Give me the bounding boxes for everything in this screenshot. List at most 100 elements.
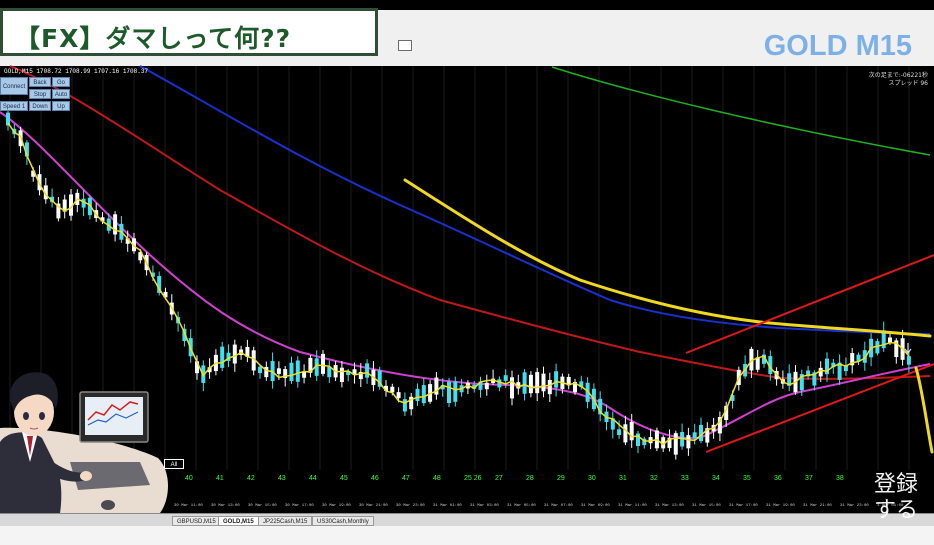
candle-body xyxy=(276,368,281,374)
countdown-text: 次の足まで:-06221秒 xyxy=(868,72,928,79)
drawings xyxy=(403,178,934,454)
auto-button[interactable]: Auto xyxy=(52,89,70,99)
date-tick-label: 31 Mar 03:00 xyxy=(470,504,499,508)
candle-body xyxy=(699,424,703,442)
x-tick-label: 28 xyxy=(526,475,534,482)
candle-body xyxy=(327,366,332,378)
candle-body xyxy=(528,374,533,394)
x-tick-label: 35 xyxy=(743,475,751,482)
candle-body xyxy=(289,362,294,381)
screen: 【FX】ダマしって何?? GOLD M15 GOLD,M15 1708.72 1… xyxy=(0,0,934,545)
candle-body xyxy=(541,373,546,392)
candle-body xyxy=(390,386,395,393)
chart-canvas xyxy=(0,65,934,513)
date-tick-label: 31 Mar 07:00 xyxy=(544,504,573,508)
candle-body xyxy=(686,435,691,449)
date-tick-label: 30 Mar 17:00 xyxy=(285,504,314,508)
candle-body xyxy=(321,353,325,374)
tab-gbpusd-m15[interactable]: GBPUSD,M15 xyxy=(172,516,221,526)
date-tick-label: 31 Mar 09:00 xyxy=(581,504,610,508)
tab-jp225cash-m15[interactable]: JP225Cash,M15 xyxy=(258,516,313,526)
candle-body xyxy=(453,381,458,402)
x-tick-label: 38 xyxy=(836,475,844,482)
ma-magenta-line xyxy=(0,111,931,440)
candle-body xyxy=(113,214,118,235)
candle-body xyxy=(497,379,502,388)
all-button[interactable]: All xyxy=(164,459,184,469)
tab-us30cash-monthly[interactable]: US30Cash,Monthly xyxy=(312,516,374,526)
candle-body xyxy=(258,366,262,374)
x-tick-label: 29 xyxy=(557,475,565,482)
spread-text: スプレッド 96 xyxy=(888,80,928,87)
x-tick-label: 34 xyxy=(712,475,720,482)
date-tick-label: 31 Mar 11:00 xyxy=(618,504,647,508)
chart-tabs-bar: GBPUSD,M15 GOLD,M15 JP225Cash,M15 US30Ca… xyxy=(0,513,934,527)
date-tick-label: 30 Mar 13:00 xyxy=(211,504,240,508)
chart-ohlc-info: GOLD,M15 1708.72 1708.99 1707.16 1708.37 xyxy=(4,68,149,75)
subscribe-line2: する xyxy=(874,498,919,523)
connect-button[interactable]: Connect xyxy=(0,77,28,95)
x-tick-label: 42 xyxy=(247,475,255,482)
speed-button[interactable]: Speed 1 xyxy=(0,101,28,111)
hand-drawn-drop xyxy=(914,366,934,454)
date-tick-label: 30 Mar 19:00 xyxy=(322,504,351,508)
candle-body xyxy=(484,382,489,390)
candle-body xyxy=(396,392,401,399)
candle-body xyxy=(673,433,678,455)
date-tick-label: 31 Mar 21:00 xyxy=(803,504,832,508)
x-tick-label: 25 26 xyxy=(464,475,482,482)
status-strip xyxy=(0,526,934,545)
go-button[interactable]: Go xyxy=(52,77,70,87)
x-tick-label: 32 xyxy=(650,475,658,482)
candle-body xyxy=(522,372,527,394)
mouse xyxy=(101,500,115,510)
x-tick-label: 27 xyxy=(495,475,503,482)
x-tick-label: 40 xyxy=(185,475,193,482)
x-tick-label: 37 xyxy=(805,475,813,482)
x-tick-label: 46 xyxy=(371,475,379,482)
x-tick-label: 48 xyxy=(433,475,441,482)
video-title: 【FX】ダマしって何?? xyxy=(15,24,292,53)
x-tick-label: 31 xyxy=(619,475,627,482)
tab-gold-m15[interactable]: GOLD,M15 xyxy=(218,516,259,526)
date-tick-label: 31 Mar 01:00 xyxy=(433,504,462,508)
stop-button[interactable]: Stop xyxy=(29,89,51,99)
candle-body xyxy=(421,385,426,404)
candle-body xyxy=(875,341,880,354)
date-tick-label: 31 Mar 19:00 xyxy=(766,504,795,508)
candle-body xyxy=(617,429,622,436)
date-tick-label: 31 Mar 23:00 xyxy=(840,504,869,508)
date-tick-label: 31 Mar 05:00 xyxy=(507,504,536,508)
date-tick-label: 30 Mar 11:00 xyxy=(174,504,203,508)
x-tick-label: 41 xyxy=(216,475,224,482)
candle-body xyxy=(295,360,300,382)
symbol-timeframe-label: GOLD M15 xyxy=(763,30,912,62)
candle-body xyxy=(623,424,628,443)
up-button[interactable]: Up xyxy=(52,101,70,111)
candle-body xyxy=(503,375,508,381)
back-button[interactable]: Back xyxy=(29,77,51,87)
candle-body xyxy=(547,380,552,395)
candle-body xyxy=(692,432,697,439)
candle-body xyxy=(535,372,540,394)
mascot-illustration xyxy=(0,372,168,513)
x-tick-label: 43 xyxy=(278,475,286,482)
candle-body xyxy=(365,363,370,378)
candle-body xyxy=(415,388,420,402)
x-tick-label: 47 xyxy=(402,475,410,482)
candle-body xyxy=(220,346,225,368)
candle-body xyxy=(447,381,451,403)
date-tick-label: 30 Mar 23:00 xyxy=(396,504,425,508)
down-button[interactable]: Down xyxy=(29,101,51,111)
candle-body xyxy=(554,371,559,388)
candle-body xyxy=(339,367,344,382)
candle-body xyxy=(232,344,237,364)
date-tick-label: 30 Mar 21:00 xyxy=(359,504,388,508)
x-tick-label: 45 xyxy=(340,475,348,482)
x-tick-label: 30 xyxy=(588,475,596,482)
subscribe-overlay[interactable]: 登録 する xyxy=(874,472,918,524)
date-tick-label: 30 Mar 15:00 xyxy=(248,504,277,508)
candle-body xyxy=(906,356,911,365)
candle-body xyxy=(629,421,634,441)
date-tick-label: 31 Mar 17:00 xyxy=(729,504,758,508)
